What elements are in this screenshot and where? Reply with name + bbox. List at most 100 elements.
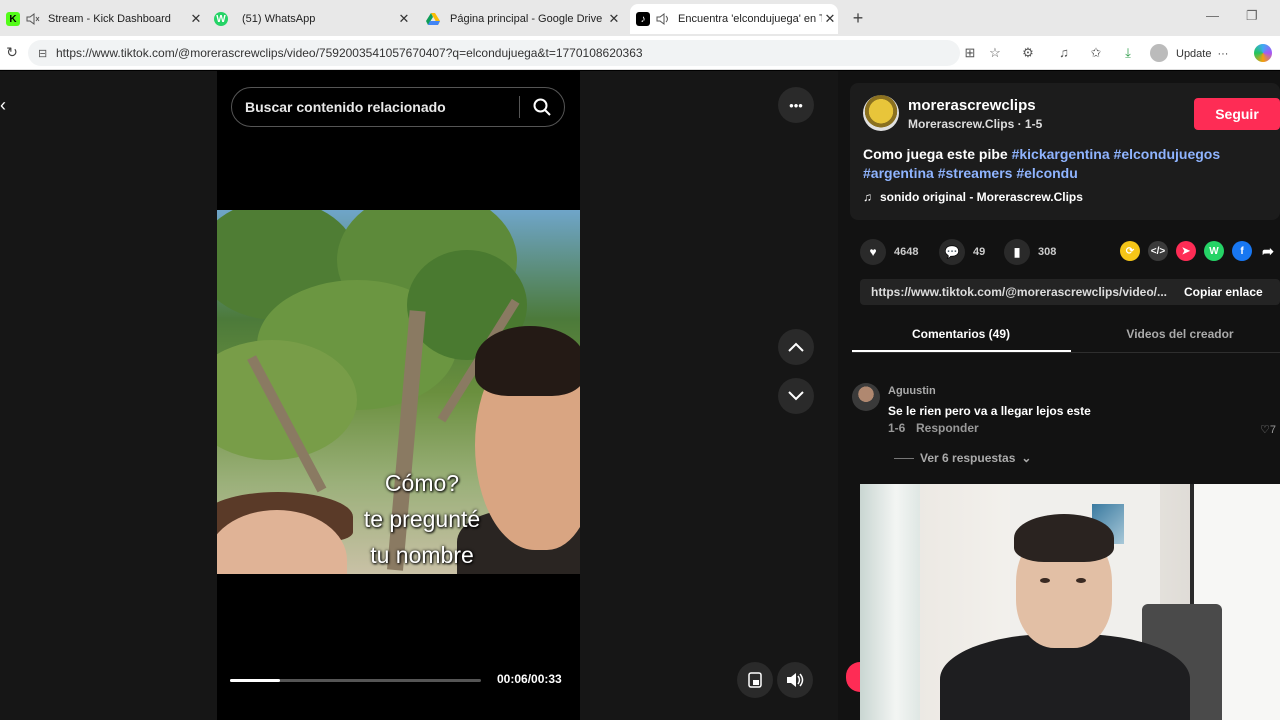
new-tab-button[interactable]: + (848, 8, 868, 29)
close-tab-icon[interactable]: ✕ (396, 11, 412, 27)
hashtag-link[interactable]: #kickargentina (1012, 146, 1110, 162)
hashtag-link[interactable]: #argentina (863, 165, 934, 181)
man-hair (475, 326, 580, 396)
tab-title: Encuentra 'elcondujuega' en T (678, 13, 822, 25)
send-icon[interactable]: ➤ (1176, 241, 1196, 261)
webcam-overlay (860, 484, 1280, 720)
google-drive-favicon-icon (426, 13, 440, 25)
hashtag-link[interactable]: #streamers (938, 165, 1013, 181)
embed-code-icon[interactable]: </> (1148, 241, 1168, 261)
tiktok-favicon-icon: ♪ (636, 12, 650, 26)
url-field[interactable]: ⊟ https://www.tiktok.com/@morerascrewcli… (28, 40, 960, 66)
close-tab-icon[interactable]: ✕ (606, 11, 622, 27)
tab-creator-videos[interactable]: Videos del creador (1071, 327, 1280, 341)
heart-outline-icon: ♡ (1260, 424, 1270, 436)
minimize-icon[interactable]: — (1206, 8, 1219, 23)
whatsapp-share-icon[interactable]: W (1204, 241, 1224, 261)
follow-button[interactable]: Seguir (1194, 98, 1280, 130)
url-text: https://www.tiktok.com/@morerascrewclips… (56, 46, 643, 60)
more-share-icon[interactable]: ➦ (1258, 241, 1278, 261)
like-stat[interactable]: ♥ 4648 (860, 239, 918, 265)
chevron-down-icon (788, 391, 804, 401)
tab-google-drive[interactable]: Página principal - Google Drive ✕ (424, 4, 622, 34)
music-title: sonido original - Morerascrew.Clips (880, 190, 1083, 204)
volume-button[interactable] (777, 662, 813, 698)
reload-icon[interactable]: ↻ (4, 44, 20, 60)
site-info-icon[interactable]: ⊟ (38, 47, 50, 60)
music-link[interactable]: ♫ sonido original - Morerascrew.Clips (863, 190, 1083, 204)
media-icon[interactable]: ♫ (1056, 45, 1072, 61)
extensions-icon[interactable]: ⚙ (1020, 45, 1036, 61)
update-label: Update (1176, 48, 1212, 60)
creator-avatar[interactable] (863, 95, 899, 131)
update-button[interactable]: Update ··· (1176, 44, 1246, 64)
facebook-share-icon[interactable]: f (1232, 241, 1252, 261)
tab-title: Página principal - Google Drive (450, 13, 603, 25)
muted-speaker-icon[interactable] (26, 13, 40, 25)
address-bar-row: ↻ ⊟ https://www.tiktok.com/@morerascrewc… (0, 36, 1280, 70)
tab-tiktok[interactable]: ♪ Encuentra 'elcondujuega' en T ✕ (630, 4, 838, 34)
comments-tabs: Comentarios (49) Videos del creador (852, 319, 1280, 353)
share-link-text[interactable]: https://www.tiktok.com/@morerascrewclips… (871, 285, 1167, 299)
streamer-eye (1040, 578, 1050, 583)
share-link-box: https://www.tiktok.com/@morerascrewclips… (860, 279, 1280, 305)
video-caption: Cómo? te pregunté tu nombre (337, 465, 507, 573)
speaker-icon[interactable] (656, 13, 670, 25)
commenter-avatar[interactable] (852, 383, 880, 411)
view-replies-label: Ver 6 respuestas (920, 451, 1016, 465)
bookmark-icon: ▮ (1004, 239, 1030, 265)
reply-button[interactable]: Responder (916, 421, 979, 435)
hashtag-link[interactable]: #elcondu (1016, 165, 1077, 181)
comment-date: 1-6 (888, 421, 906, 435)
comment-like-button[interactable]: ♡7 (1260, 423, 1276, 436)
chevron-up-icon (788, 342, 804, 352)
commenter-username[interactable]: Aguustin (888, 385, 936, 397)
copy-link-button[interactable]: Copiar enlace (1184, 285, 1263, 299)
comment-stat[interactable]: 💬 49 (939, 239, 985, 265)
more-menu-icon[interactable]: ··· (1217, 48, 1228, 60)
tab-whatsapp[interactable]: W (51) WhatsApp ✕ (212, 4, 412, 34)
previous-video-button[interactable] (778, 329, 814, 365)
video-area: ‹ Buscar contenido relacionado Cómo? te … (0, 71, 838, 720)
close-tab-icon[interactable]: ✕ (188, 11, 204, 27)
streamer-hair (1014, 514, 1114, 562)
more-options-button[interactable]: ••• (778, 87, 814, 123)
restore-icon[interactable]: ❐ (1246, 8, 1258, 24)
favorites-icon[interactable]: ✩ (1088, 45, 1104, 61)
view-replies-button[interactable]: Ver 6 respuestas ⌄ (894, 451, 1031, 465)
downloads-icon[interactable]: ⤓ (1120, 45, 1136, 61)
favorite-star-icon[interactable]: ☆ (987, 45, 1003, 61)
post-description: Como juega este pibe #kickargentina #elc… (863, 145, 1273, 183)
music-note-icon: ♫ (863, 190, 872, 204)
comment-count: 49 (973, 246, 986, 258)
search-input[interactable]: Buscar contenido relacionado (245, 99, 519, 115)
apps-icon[interactable]: ⊞ (962, 45, 978, 61)
heart-icon: ♥ (860, 239, 886, 265)
copilot-icon[interactable] (1254, 44, 1272, 62)
hashtag-link[interactable]: #elcondujuegos (1114, 146, 1221, 162)
divider-line (894, 457, 914, 459)
kick-favicon-icon: K (6, 12, 20, 26)
next-video-button[interactable] (778, 378, 814, 414)
whatsapp-favicon-icon: W (214, 12, 228, 26)
search-icon[interactable] (520, 98, 564, 116)
save-stat[interactable]: ▮ 308 (1004, 239, 1056, 265)
profile-icon[interactable] (1150, 44, 1168, 62)
comment-like-count: 7 (1269, 424, 1276, 436)
video-player[interactable]: Buscar contenido relacionado Cómo? te pr… (217, 71, 580, 720)
close-tab-icon[interactable]: ✕ (822, 11, 838, 27)
video-progress-fill (230, 679, 281, 682)
back-arrow-icon[interactable]: ‹ (0, 95, 14, 115)
creator-username[interactable]: morerascrewclips (908, 97, 1036, 114)
video-frame[interactable]: Cómo? te pregunté tu nombre (217, 210, 580, 574)
repost-icon[interactable]: ⟳ (1120, 241, 1140, 261)
related-search-bar[interactable]: Buscar contenido relacionado (231, 87, 565, 127)
floating-player-button[interactable] (737, 662, 773, 698)
caption-line: Cómo? (384, 470, 460, 496)
browser-tab-bar: K Stream - Kick Dashboard ✕ W (51) Whats… (0, 0, 1280, 36)
caption-line: te pregunté (363, 506, 481, 532)
video-progress-bar[interactable] (230, 679, 481, 682)
tab-comments[interactable]: Comentarios (49) (852, 327, 1070, 341)
tab-kick-dashboard[interactable]: K Stream - Kick Dashboard ✕ (4, 4, 204, 34)
comment-text: Se le rien pero va a llegar lejos este (888, 404, 1091, 418)
